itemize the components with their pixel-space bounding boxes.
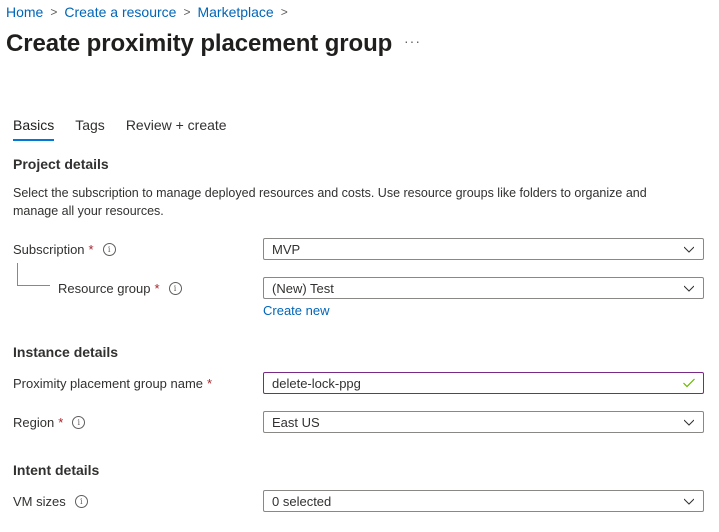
- info-icon[interactable]: i: [72, 416, 86, 429]
- page-title: Create proximity placement group: [6, 30, 393, 57]
- breadcrumb-home[interactable]: Home: [6, 4, 43, 20]
- instance-details-heading: Instance details: [13, 344, 119, 360]
- required-indicator: *: [154, 281, 160, 296]
- region-label: Region * i: [13, 415, 86, 430]
- ppg-name-label-text: Proximity placement group name: [13, 376, 204, 391]
- subscription-value: MVP: [272, 241, 301, 257]
- checkmark-icon: [683, 378, 695, 388]
- breadcrumb-separator: >: [280, 5, 288, 19]
- ppg-name-value: delete-lock-ppg: [272, 375, 361, 391]
- resource-group-value: (New) Test: [272, 280, 334, 296]
- project-details-description: Select the subscription to manage deploy…: [13, 186, 647, 218]
- breadcrumb-create-resource[interactable]: Create a resource: [64, 4, 176, 20]
- tab-basics[interactable]: Basics: [13, 117, 55, 141]
- vm-sizes-value: 0 selected: [272, 493, 332, 509]
- info-icon[interactable]: i: [168, 282, 182, 295]
- breadcrumb: Home > Create a resource > Marketplace >: [6, 4, 295, 20]
- region-value: East US: [272, 414, 320, 430]
- required-indicator: *: [88, 242, 94, 257]
- more-options-button[interactable]: ···: [404, 33, 421, 49]
- ppg-name-input[interactable]: delete-lock-ppg: [263, 372, 704, 394]
- info-icon[interactable]: i: [74, 495, 88, 508]
- project-details-heading: Project details: [13, 156, 109, 172]
- resource-group-label: Resource group * i: [58, 281, 182, 296]
- breadcrumb-separator: >: [50, 5, 58, 19]
- subscription-dropdown[interactable]: MVP: [263, 238, 704, 260]
- breadcrumb-marketplace[interactable]: Marketplace: [197, 4, 273, 20]
- region-dropdown[interactable]: East US: [263, 411, 704, 433]
- create-new-resource-group-link[interactable]: Create new: [263, 303, 329, 318]
- vm-sizes-label: VM sizes i: [13, 494, 88, 509]
- tab-review-create[interactable]: Review + create: [126, 117, 227, 141]
- info-icon[interactable]: i: [102, 243, 116, 256]
- subscription-label: Subscription * i: [13, 242, 116, 257]
- required-indicator: *: [58, 415, 64, 430]
- chevron-down-icon: [684, 246, 694, 253]
- ppg-name-label: Proximity placement group name *: [13, 376, 212, 391]
- resource-group-dropdown[interactable]: (New) Test: [263, 277, 704, 299]
- breadcrumb-separator: >: [183, 5, 191, 19]
- region-label-text: Region: [13, 415, 55, 430]
- resource-group-label-text: Resource group: [58, 281, 151, 296]
- chevron-down-icon: [684, 419, 694, 426]
- tab-bar: Basics Tags Review + create: [13, 117, 248, 141]
- subscription-label-text: Subscription: [13, 242, 85, 257]
- vm-sizes-label-text: VM sizes: [13, 494, 66, 509]
- vm-sizes-dropdown[interactable]: 0 selected: [263, 490, 704, 512]
- chevron-down-icon: [684, 285, 694, 292]
- intent-details-heading: Intent details: [13, 462, 100, 478]
- tab-tags[interactable]: Tags: [75, 117, 105, 141]
- chevron-down-icon: [684, 498, 694, 505]
- tree-connector: [17, 263, 50, 286]
- required-indicator: *: [207, 376, 213, 391]
